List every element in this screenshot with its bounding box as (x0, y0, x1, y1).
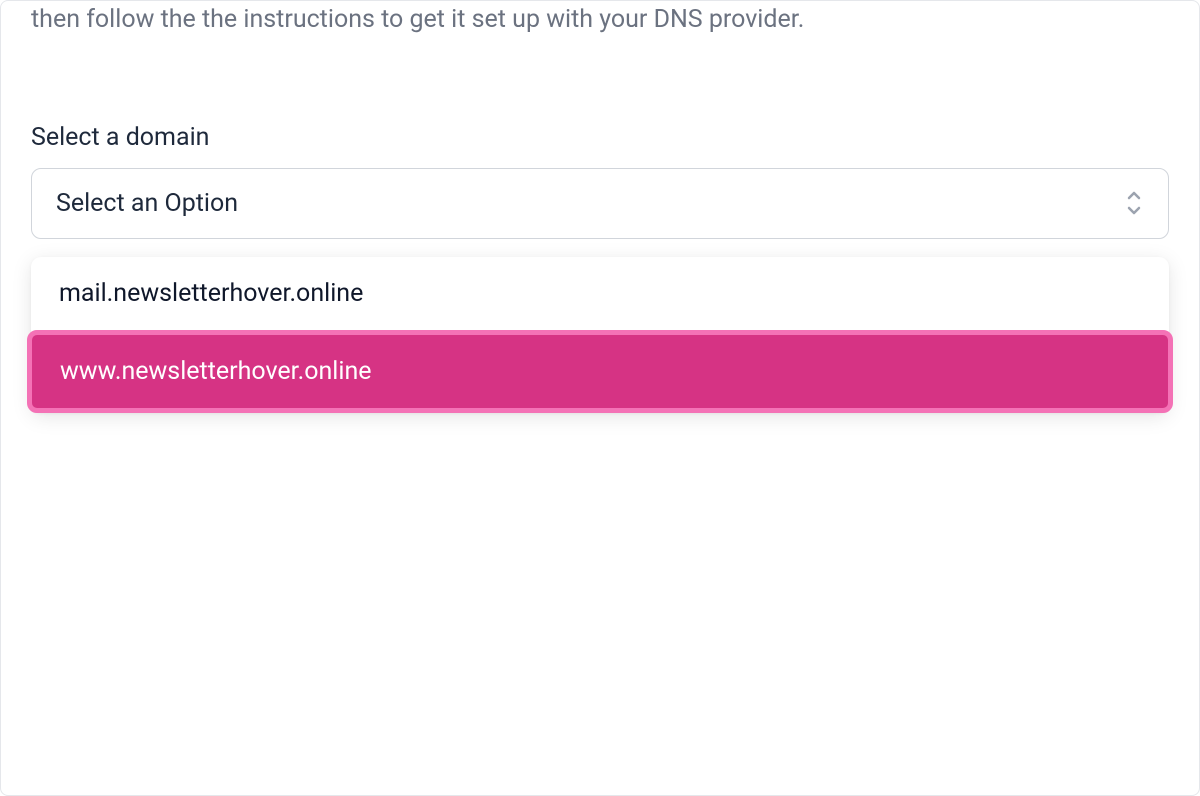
description-text: then follow the the instructions to get … (1, 1, 1199, 39)
domain-dropdown: mail.newsletterhover.online www.newslett… (31, 257, 1169, 413)
domain-option[interactable]: mail.newsletterhover.online (31, 257, 1169, 330)
domain-option-label: mail.newsletterhover.online (59, 279, 363, 308)
domain-option[interactable]: www.newsletterhover.online (27, 330, 1173, 413)
domain-option-label: www.newsletterhover.online (60, 357, 372, 386)
panel: then follow the the instructions to get … (0, 0, 1200, 796)
domain-select-section: Select a domain Select an Option mail.ne… (1, 123, 1199, 413)
chevron-up-down-icon (1124, 189, 1144, 217)
domain-select-label: Select a domain (31, 123, 1169, 152)
domain-select-trigger[interactable]: Select an Option (31, 168, 1169, 239)
select-placeholder-text: Select an Option (56, 189, 238, 218)
